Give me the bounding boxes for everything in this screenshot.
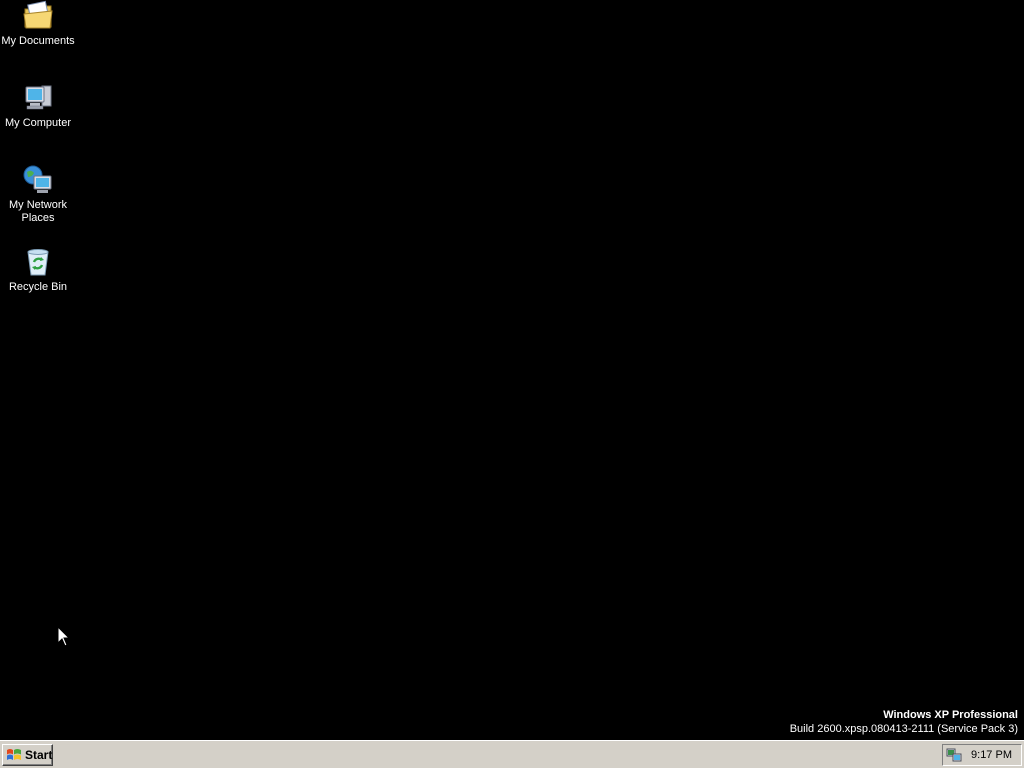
start-button-label: Start <box>25 748 53 762</box>
desktop-icon-my-documents[interactable]: My Documents <box>0 0 76 48</box>
network-connection-icon[interactable] <box>946 747 962 763</box>
desktop-icon-label: My Computer <box>4 117 72 129</box>
start-button[interactable]: Start <box>2 744 53 766</box>
desktop-icon-label: Recycle Bin <box>8 281 68 293</box>
my-computer-icon <box>25 85 52 110</box>
desktop-icon-label: My Documents <box>1 35 75 47</box>
os-version-watermark: Windows XP Professional Build 2600.xpsp.… <box>790 708 1018 736</box>
os-build-text: Build 2600.xpsp.080413-2111 (Service Pac… <box>789 723 1018 735</box>
system-tray: 9:17 PM <box>942 744 1022 766</box>
windows-flag-icon <box>7 749 21 760</box>
desktop[interactable]: My Documents My Computer My Network Plac… <box>0 0 1024 740</box>
mouse-pointer-icon <box>57 626 71 647</box>
desktop-icon-recycle-bin[interactable]: Recycle Bin <box>0 246 76 294</box>
my-documents-icon <box>23 0 53 29</box>
taskbar: Start 9:17 PM <box>0 740 1024 768</box>
my-network-places-icon <box>23 165 52 193</box>
desktop-icon-label: My Network Places <box>8 199 68 224</box>
taskbar-clock[interactable]: 9:17 PM <box>962 749 1021 761</box>
desktop-icon-my-network-places[interactable]: My Network Places <box>0 164 76 225</box>
recycle-bin-icon <box>27 249 49 276</box>
desktop-icon-my-computer[interactable]: My Computer <box>0 82 76 130</box>
os-edition-text: Windows XP Professional <box>883 709 1018 721</box>
